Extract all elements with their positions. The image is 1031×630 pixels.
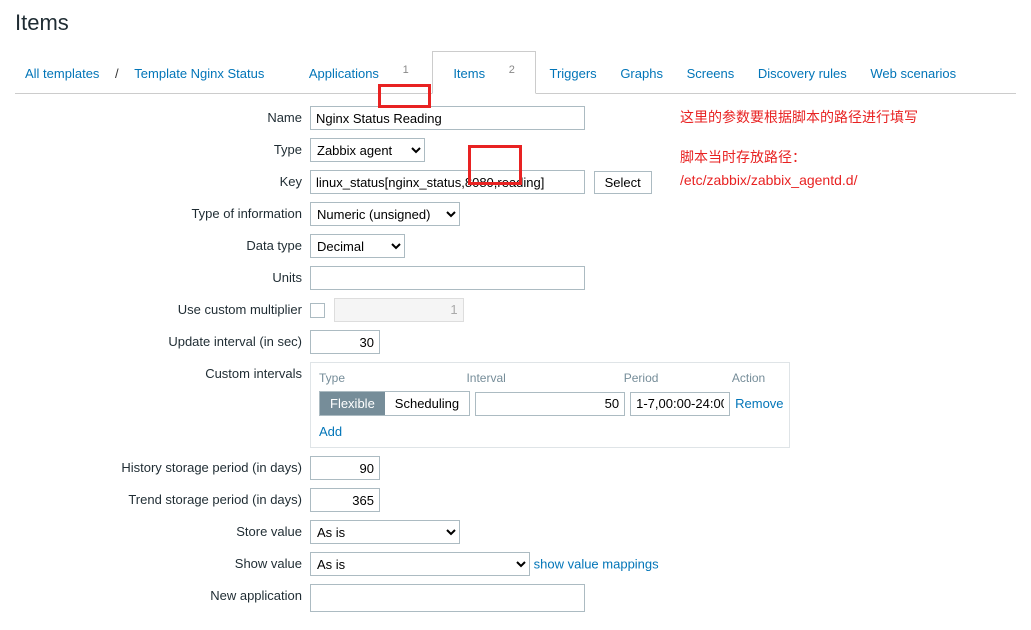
add-interval-link[interactable]: Add bbox=[319, 424, 342, 439]
tab-applications[interactable]: Applications 1 bbox=[289, 52, 429, 93]
interval-value-input[interactable] bbox=[475, 392, 625, 416]
remove-interval-link[interactable]: Remove bbox=[735, 396, 783, 411]
annotation-text: 这里的参数要根据脚本的路径进行填写 脚本当时存放路径： /etc/zabbix/… bbox=[680, 106, 918, 191]
show-value-select[interactable]: As is bbox=[310, 552, 530, 576]
data-type-select[interactable]: Decimal bbox=[310, 234, 405, 258]
label-name: Name bbox=[15, 106, 310, 125]
label-key: Key bbox=[15, 170, 310, 189]
tab-screens[interactable]: Screens bbox=[677, 60, 745, 87]
label-trend-storage: Trend storage period (in days) bbox=[15, 488, 310, 507]
breadcrumb-separator: / bbox=[113, 60, 121, 87]
label-type: Type bbox=[15, 138, 310, 157]
type-select[interactable]: Zabbix agent bbox=[310, 138, 425, 162]
label-store-value: Store value bbox=[15, 520, 310, 539]
show-value-mappings-link[interactable]: show value mappings bbox=[534, 557, 659, 572]
intervals-header-action: Action bbox=[732, 371, 781, 385]
units-input[interactable] bbox=[310, 266, 585, 290]
tab-bar: All templates / Template Nginx Status Ap… bbox=[15, 51, 1016, 94]
key-input[interactable] bbox=[310, 170, 585, 194]
label-units: Units bbox=[15, 266, 310, 285]
history-storage-input[interactable] bbox=[310, 456, 380, 480]
store-value-select[interactable]: As is bbox=[310, 520, 460, 544]
label-update-interval: Update interval (in sec) bbox=[15, 330, 310, 349]
new-application-input[interactable] bbox=[310, 584, 585, 612]
tab-items[interactable]: Items 2 bbox=[432, 51, 536, 94]
label-history-storage: History storage period (in days) bbox=[15, 456, 310, 475]
intervals-header-period: Period bbox=[624, 371, 732, 385]
custom-multiplier-checkbox[interactable] bbox=[310, 303, 325, 318]
label-custom-intervals: Custom intervals bbox=[15, 362, 310, 381]
page-title: Items bbox=[15, 10, 1016, 36]
custom-intervals-box: Type Interval Period Action Flexible Sch… bbox=[310, 362, 790, 448]
label-type-of-info: Type of information bbox=[15, 202, 310, 221]
name-input[interactable] bbox=[310, 106, 585, 130]
period-value-input[interactable] bbox=[630, 392, 730, 416]
trend-storage-input[interactable] bbox=[310, 488, 380, 512]
type-of-info-select[interactable]: Numeric (unsigned) bbox=[310, 202, 460, 226]
breadcrumb-all-templates[interactable]: All templates bbox=[15, 60, 109, 87]
tab-web[interactable]: Web scenarios bbox=[860, 60, 966, 87]
interval-type-toggle[interactable]: Flexible Scheduling bbox=[319, 391, 470, 416]
label-custom-multiplier: Use custom multiplier bbox=[15, 298, 310, 317]
label-data-type: Data type bbox=[15, 234, 310, 253]
tab-graphs[interactable]: Graphs bbox=[610, 60, 673, 87]
custom-multiplier-value: 1 bbox=[334, 298, 464, 322]
tab-triggers[interactable]: Triggers bbox=[539, 60, 606, 87]
toggle-scheduling[interactable]: Scheduling bbox=[385, 392, 469, 415]
toggle-flexible[interactable]: Flexible bbox=[320, 392, 385, 415]
update-interval-input[interactable] bbox=[310, 330, 380, 354]
intervals-header-interval: Interval bbox=[466, 371, 623, 385]
tab-discovery[interactable]: Discovery rules bbox=[748, 60, 857, 87]
breadcrumb-template[interactable]: Template Nginx Status bbox=[124, 60, 274, 87]
intervals-header-type: Type bbox=[319, 371, 466, 385]
label-new-application: New application bbox=[15, 584, 310, 603]
select-button[interactable]: Select bbox=[594, 171, 652, 194]
label-show-value: Show value bbox=[15, 552, 310, 571]
